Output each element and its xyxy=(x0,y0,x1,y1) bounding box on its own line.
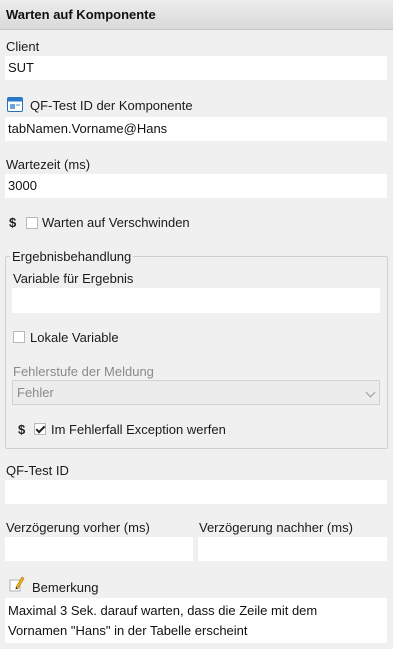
error-level-select[interactable]: Fehler xyxy=(12,380,380,405)
component-id-label: QF-Test ID der Komponente xyxy=(30,98,193,113)
timeout-label: Wartezeit (ms) xyxy=(6,157,91,172)
error-level-value: Fehler xyxy=(17,385,54,400)
result-handling-title: Ergebnisbehandlung xyxy=(10,249,134,264)
dollar-icon[interactable]: $ xyxy=(9,215,16,230)
throw-exception-checkbox[interactable] xyxy=(34,423,46,435)
pencil-note-icon xyxy=(9,576,25,592)
client-label: Client xyxy=(6,39,40,54)
qftest-id-label: QF-Test ID xyxy=(6,463,69,478)
component-window-icon xyxy=(7,97,23,112)
comment-line: Vornamen "Hans" in der Tabelle erscheint xyxy=(8,623,248,638)
component-id-field[interactable]: tabNamen.Vorname@Hans xyxy=(5,117,387,141)
result-variable-label: Variable für Ergebnis xyxy=(13,271,134,286)
client-field[interactable]: SUT xyxy=(5,56,387,80)
local-variable-checkbox[interactable] xyxy=(13,331,25,343)
wait-disappear-checkbox[interactable] xyxy=(26,217,38,229)
result-variable-field[interactable] xyxy=(12,288,380,313)
delay-after-field[interactable] xyxy=(198,537,387,561)
comment-textarea[interactable]: Maximal 3 Sek. darauf warten, dass die Z… xyxy=(5,598,387,643)
dollar-icon[interactable]: $ xyxy=(18,422,25,437)
timeout-field[interactable]: 3000 xyxy=(5,174,387,198)
delay-after-label: Verzögerung nachher (ms) xyxy=(199,520,353,535)
qftest-id-field[interactable] xyxy=(5,480,387,504)
delay-before-field[interactable] xyxy=(5,537,193,561)
node-title: Warten auf Komponente xyxy=(6,7,156,22)
local-variable-label: Lokale Variable xyxy=(30,330,119,345)
comment-line: Maximal 3 Sek. darauf warten, dass die Z… xyxy=(8,603,318,618)
throw-exception-label: Im Fehlerfall Exception werfen xyxy=(51,422,226,437)
delay-before-label: Verzögerung vorher (ms) xyxy=(6,520,150,535)
node-title-bar: Warten auf Komponente xyxy=(0,0,393,30)
wait-disappear-label: Warten auf Verschwinden xyxy=(42,215,190,230)
chevron-down-icon xyxy=(365,387,376,398)
comment-label: Bemerkung xyxy=(32,580,99,595)
error-level-label: Fehlerstufe der Meldung xyxy=(13,364,154,379)
